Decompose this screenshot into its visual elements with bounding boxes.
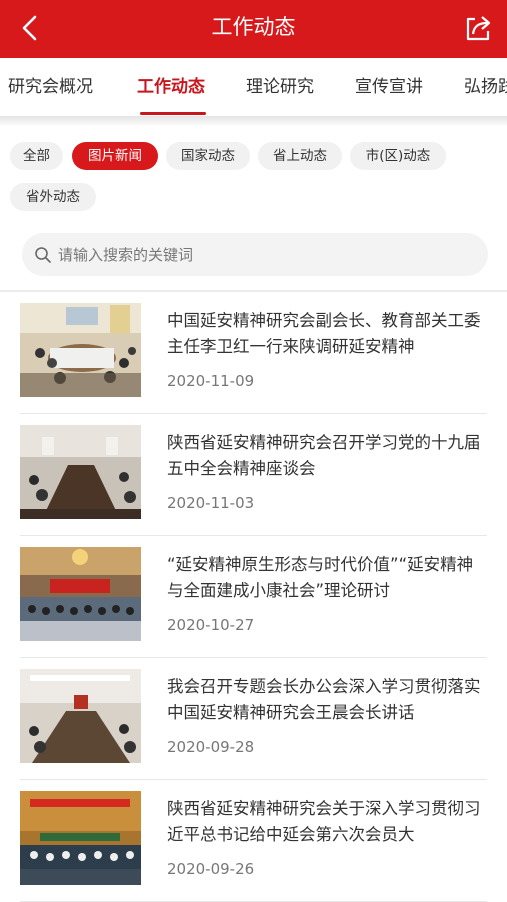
news-photo bbox=[20, 547, 141, 641]
news-date: 2020-10-27 bbox=[167, 616, 255, 634]
top-bar: 工作动态 bbox=[0, 0, 507, 58]
news-title: “延安精神原生形态与时代价值”“延安精神与全面建成小康社会”理论研讨 bbox=[167, 555, 474, 600]
news-photo bbox=[20, 425, 141, 519]
list-item[interactable]: 我会召开专题会长办公会深入学习贯彻落实中国延安精神研究会王晨会长讲话 2020-… bbox=[0, 658, 507, 780]
news-title: 我会召开专题会长办公会深入学习贯彻落实中国延安精神研究会王晨会长讲话 bbox=[167, 677, 481, 722]
search-icon bbox=[35, 247, 51, 263]
list-item[interactable]: 陕西省延安精神研究会关于深入学习贯彻习近平总书记给中延会第六次会员大 2020-… bbox=[0, 780, 507, 902]
news-date: 2020-09-28 bbox=[167, 738, 255, 756]
active-tab-indicator bbox=[140, 112, 206, 115]
news-title: 中国延安精神研究会副会长、教育部关工委主任李卫红一行来陕调研延安精神 bbox=[167, 311, 481, 356]
tab-publicity[interactable]: 宣传宣讲 bbox=[355, 75, 423, 99]
filter-provincial[interactable]: 省上动态 bbox=[258, 142, 342, 170]
search-input[interactable]: 请输入搜索的关键词 bbox=[22, 233, 488, 276]
news-title: 陕西省延安精神研究会关于深入学习贯彻习近平总书记给中延会第六次会员大 bbox=[167, 799, 481, 844]
category-tabs: 研究会概况 工作动态 理论研究 宣传宣讲 弘扬践 bbox=[0, 58, 507, 116]
news-photo bbox=[20, 791, 141, 885]
list-item[interactable]: 陕西省延安精神研究会召开学习党的十九届五中全会精神座谈会 2020-11-03 bbox=[0, 414, 507, 536]
tab-work-news[interactable]: 工作动态 bbox=[137, 75, 205, 99]
share-icon[interactable] bbox=[463, 13, 493, 43]
list-item[interactable]: “延安精神原生形态与时代价值”“延安精神与全面建成小康社会”理论研讨 2020-… bbox=[0, 536, 507, 658]
list-item[interactable]: 中国延安精神研究会副会长、教育部关工委主任李卫红一行来陕调研延安精神 2020-… bbox=[0, 292, 507, 414]
filter-other-provinces[interactable]: 省外动态 bbox=[10, 183, 96, 211]
filter-national[interactable]: 国家动态 bbox=[166, 142, 250, 170]
tabs-divider bbox=[0, 116, 507, 125]
page-title: 工作动态 bbox=[211, 15, 296, 39]
search-placeholder: 请输入搜索的关键词 bbox=[58, 246, 194, 264]
filter-city[interactable]: 市(区)动态 bbox=[350, 142, 446, 170]
news-photo bbox=[20, 669, 141, 763]
tab-overview[interactable]: 研究会概况 bbox=[8, 75, 93, 99]
news-date: 2020-09-26 bbox=[167, 860, 255, 878]
news-date: 2020-11-09 bbox=[167, 372, 255, 390]
tab-promote[interactable]: 弘扬践 bbox=[464, 75, 507, 99]
filter-all[interactable]: 全部 bbox=[10, 142, 63, 170]
news-title: 陕西省延安精神研究会召开学习党的十九届五中全会精神座谈会 bbox=[167, 433, 481, 478]
news-photo bbox=[20, 303, 141, 397]
news-date: 2020-11-03 bbox=[167, 494, 255, 512]
tab-theory[interactable]: 理论研究 bbox=[246, 75, 314, 99]
filter-photo-news[interactable]: 图片新闻 bbox=[72, 142, 158, 170]
